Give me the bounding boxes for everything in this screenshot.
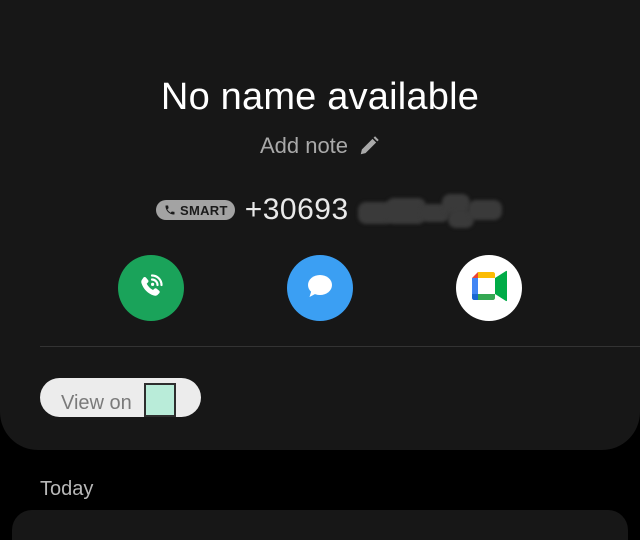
phone-number-row[interactable]: SMART +30693 — [156, 192, 349, 228]
chat-bubble-icon — [303, 269, 337, 308]
view-on-label: View on — [61, 392, 132, 414]
redacted-digits — [358, 194, 502, 230]
pencil-icon — [358, 135, 380, 157]
divider — [40, 346, 640, 347]
message-button[interactable] — [287, 255, 353, 321]
smart-badge-label: SMART — [180, 202, 228, 218]
wifi-call-icon — [134, 269, 168, 308]
call-history-card — [12, 510, 628, 540]
add-note-button[interactable]: Add note — [0, 133, 640, 159]
smart-call-badge: SMART — [156, 200, 235, 220]
app-logo-placeholder — [144, 383, 176, 417]
history-section-header: Today — [40, 478, 94, 500]
view-on-button[interactable]: View on — [40, 378, 201, 417]
add-note-label: Add note — [259, 133, 349, 158]
phone-icon — [164, 204, 176, 216]
google-meet-icon — [469, 269, 509, 308]
phone-number: +30693 — [244, 193, 349, 226]
call-button[interactable] — [118, 255, 184, 321]
video-call-button[interactable] — [456, 255, 522, 321]
contact-name: No name available — [160, 76, 480, 118]
